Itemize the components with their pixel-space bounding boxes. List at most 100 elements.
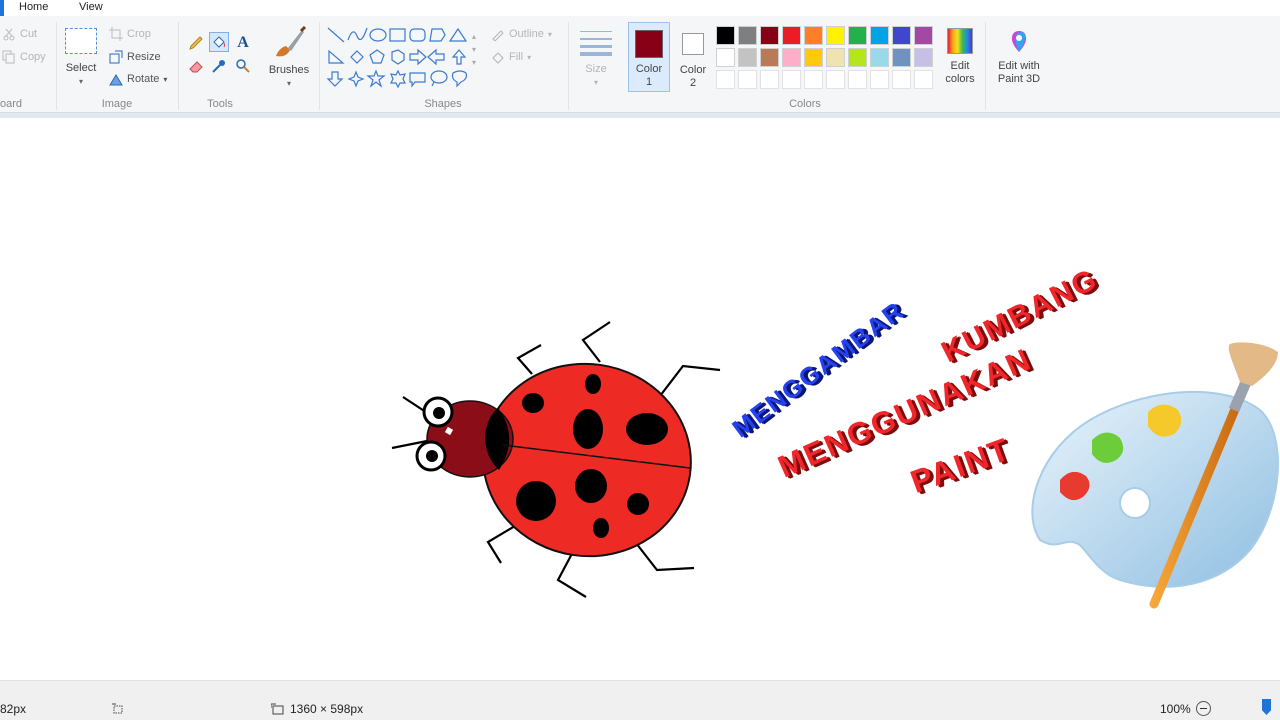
chevron-down-icon: ▾ bbox=[286, 79, 291, 88]
crop-button[interactable]: Crop bbox=[109, 27, 151, 41]
text-icon[interactable]: A bbox=[233, 33, 253, 53]
shapes-scrollbar[interactable]: ▴ ▾ ▾ bbox=[472, 30, 476, 69]
crop-icon bbox=[109, 27, 123, 41]
copy-button[interactable]: Copy bbox=[2, 50, 46, 64]
resize-icon bbox=[109, 50, 123, 64]
rotate-icon bbox=[109, 72, 123, 86]
color-swatch[interactable] bbox=[760, 26, 779, 45]
rotate-button[interactable]: Rotate ▾ bbox=[109, 72, 167, 86]
color-swatch[interactable] bbox=[782, 70, 801, 89]
select-button[interactable]: Select ▾ bbox=[60, 28, 102, 88]
line-width-icon bbox=[580, 28, 612, 56]
selection-size-icon bbox=[112, 702, 124, 714]
color-palette bbox=[716, 26, 941, 92]
fill-button[interactable]: Fill ▾ bbox=[491, 50, 531, 64]
color-swatch[interactable] bbox=[870, 48, 889, 67]
paint-palette-logo bbox=[1031, 342, 1279, 609]
zoom-out-button[interactable] bbox=[1196, 701, 1211, 716]
brushes-button[interactable]: Brushes ▾ bbox=[266, 25, 312, 90]
color1-label: Color bbox=[635, 63, 663, 75]
separator bbox=[568, 22, 569, 110]
ribbon-tabs: Home View bbox=[0, 0, 1280, 16]
chevron-down-icon: ▾ bbox=[78, 77, 83, 86]
fill-icon bbox=[491, 50, 505, 64]
clipboard-group-label: oard bbox=[0, 98, 23, 110]
fill-label: Fill bbox=[509, 51, 524, 63]
color-swatch[interactable] bbox=[760, 70, 779, 89]
color-swatch[interactable] bbox=[826, 70, 845, 89]
color-swatch[interactable] bbox=[804, 26, 823, 45]
color-swatch[interactable] bbox=[804, 70, 823, 89]
color-swatch[interactable] bbox=[848, 26, 867, 45]
color-swatch[interactable] bbox=[914, 70, 933, 89]
paint-window: Home View Cut Copy oard Select ▾ Crop Re… bbox=[0, 0, 1280, 720]
shapes-group-label: Shapes bbox=[424, 98, 462, 110]
color-swatch[interactable] bbox=[716, 70, 735, 89]
eraser-icon[interactable] bbox=[186, 56, 206, 76]
color-picker-icon[interactable] bbox=[209, 56, 229, 76]
select-label: Select bbox=[65, 62, 97, 74]
cut-button[interactable]: Cut bbox=[2, 27, 37, 41]
color-swatch[interactable] bbox=[826, 26, 845, 45]
separator bbox=[56, 22, 57, 110]
color-swatch[interactable] bbox=[892, 48, 911, 67]
tab-view[interactable]: View bbox=[79, 0, 103, 15]
edit-with-paint3d-button[interactable]: Edit with Paint 3D bbox=[992, 28, 1046, 86]
color-swatch[interactable] bbox=[716, 48, 735, 67]
chevron-down-icon: ▾ bbox=[527, 52, 532, 62]
color-swatch[interactable] bbox=[738, 70, 757, 89]
color1-swatch bbox=[635, 30, 663, 58]
pencil-icon[interactable] bbox=[186, 33, 206, 53]
color-swatch[interactable] bbox=[892, 26, 911, 45]
outline-button[interactable]: Outline ▾ bbox=[491, 27, 552, 42]
copy-label: Copy bbox=[20, 51, 46, 63]
color-swatch[interactable] bbox=[870, 26, 889, 45]
size-button[interactable]: Size ▾ bbox=[576, 28, 616, 89]
paint3d-label-2: Paint 3D bbox=[997, 73, 1041, 85]
zoom-slider-thumb[interactable] bbox=[1262, 699, 1271, 715]
color2-swatch bbox=[682, 33, 704, 55]
color-swatch[interactable] bbox=[760, 48, 779, 67]
colors-group-label: Colors bbox=[789, 98, 821, 110]
color-swatch[interactable] bbox=[738, 48, 757, 67]
crop-label: Crop bbox=[127, 28, 151, 40]
size-label: Size bbox=[585, 63, 607, 75]
tab-home[interactable]: Home bbox=[19, 0, 48, 15]
color-swatch[interactable] bbox=[848, 70, 867, 89]
paint3d-label: Edit with bbox=[998, 60, 1040, 72]
color-swatch[interactable] bbox=[738, 26, 757, 45]
color-swatch[interactable] bbox=[914, 26, 933, 45]
zoom-level: 100% bbox=[1160, 702, 1191, 716]
color-swatch[interactable] bbox=[914, 48, 933, 67]
separator bbox=[319, 22, 320, 110]
fill-bucket-icon[interactable] bbox=[209, 32, 229, 52]
drawing-canvas[interactable]: MENGGAMBAR KUMBANG MENGGUNAKAN PAINT bbox=[0, 118, 1280, 678]
color-swatch[interactable] bbox=[716, 26, 735, 45]
edit-colors-button[interactable]: Edit colors bbox=[940, 28, 980, 86]
color-swatch[interactable] bbox=[782, 26, 801, 45]
color-swatch[interactable] bbox=[892, 70, 911, 89]
tools-group-label: Tools bbox=[207, 98, 233, 110]
color1-number: 1 bbox=[645, 76, 653, 88]
ribbon: Cut Copy oard Select ▾ Crop Resize Rotat… bbox=[0, 16, 1280, 113]
color-swatch[interactable] bbox=[804, 48, 823, 67]
chevron-down-icon: ▾ bbox=[547, 29, 552, 39]
color-swatch[interactable] bbox=[826, 48, 845, 67]
color2-number: 2 bbox=[689, 77, 697, 89]
color-swatch[interactable] bbox=[870, 70, 889, 89]
color-swatch[interactable] bbox=[782, 48, 801, 67]
shapes-gallery[interactable] bbox=[326, 26, 476, 92]
color2-label: Color bbox=[679, 64, 707, 76]
color-swatch[interactable] bbox=[848, 48, 867, 67]
edit-colors-label-2: colors bbox=[945, 73, 975, 85]
rainbow-icon bbox=[947, 28, 973, 54]
image-group-label: Image bbox=[101, 98, 133, 110]
ladybug-drawing bbox=[391, 321, 721, 598]
color2-button[interactable]: Color 2 bbox=[673, 22, 713, 92]
color1-button[interactable]: Color 1 bbox=[628, 22, 670, 92]
scissors-icon bbox=[2, 27, 16, 41]
file-tab-edge[interactable] bbox=[0, 0, 4, 16]
resize-button[interactable]: Resize bbox=[109, 50, 161, 64]
magnifier-icon[interactable] bbox=[233, 56, 253, 76]
minus-icon bbox=[1200, 708, 1207, 709]
